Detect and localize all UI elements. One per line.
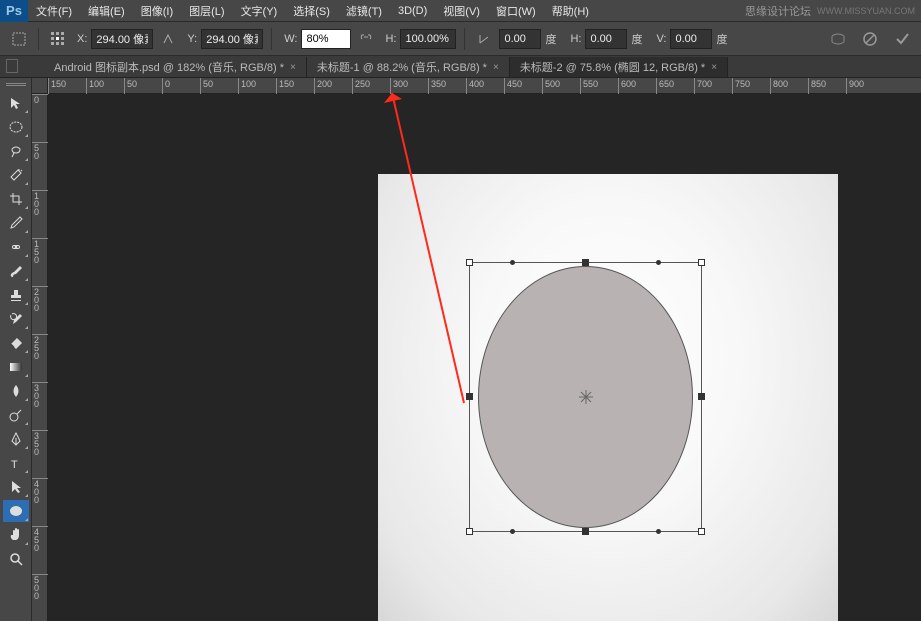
- canvas-viewport: 1501005005010015020025030035040045050055…: [32, 78, 921, 621]
- rotation-input[interactable]: [499, 29, 541, 49]
- menu-layer[interactable]: 图层(L): [181, 0, 232, 22]
- vskew-label: V:: [656, 33, 666, 45]
- menu-filter[interactable]: 滤镜(T): [338, 0, 390, 22]
- move-tool[interactable]: [3, 92, 29, 114]
- ruler-horizontal[interactable]: 1501005005010015020025030035040045050055…: [48, 78, 921, 94]
- svg-text:T: T: [11, 459, 18, 470]
- w-input[interactable]: [301, 29, 351, 49]
- x-label: X:: [77, 33, 87, 45]
- handle-mid-left[interactable]: [466, 393, 473, 400]
- ruler-vertical[interactable]: 05 01 0 01 5 02 0 02 5 03 0 03 5 04 0 04…: [32, 94, 48, 621]
- path-anchor[interactable]: [656, 260, 661, 265]
- menu-image[interactable]: 图像(I): [133, 0, 181, 22]
- vskew-input[interactable]: [670, 29, 712, 49]
- document-tab[interactable]: 未标题-1 @ 88.2% (音乐, RGB/8) * ×: [307, 57, 510, 77]
- gradient-tool[interactable]: [3, 356, 29, 378]
- menu-file[interactable]: 文件(F): [28, 0, 80, 22]
- x-input[interactable]: [91, 29, 153, 49]
- warp-icon[interactable]: [827, 28, 849, 50]
- watermark-text: 思缘设计论坛: [745, 3, 811, 19]
- menu-3d[interactable]: 3D(D): [390, 0, 435, 22]
- handle-top-right[interactable]: [698, 259, 705, 266]
- document-tab[interactable]: 未标题-2 @ 75.8% (椭圆 12, RGB/8) * ×: [510, 57, 728, 77]
- zoom-tool[interactable]: [3, 548, 29, 570]
- menu-view[interactable]: 视图(V): [435, 0, 488, 22]
- path-select-tool[interactable]: [3, 476, 29, 498]
- pen-tool[interactable]: [3, 428, 29, 450]
- hskew-input[interactable]: [585, 29, 627, 49]
- history-brush-tool[interactable]: [3, 308, 29, 330]
- eyedropper-tool[interactable]: [3, 212, 29, 234]
- workspace: T 15010050050100150200250300350400450500…: [0, 78, 921, 621]
- angle-icon: [473, 28, 495, 50]
- rotation-unit: 度: [545, 31, 556, 47]
- close-icon[interactable]: ×: [711, 62, 717, 73]
- handle-top-left[interactable]: [466, 259, 473, 266]
- h-input[interactable]: [400, 29, 456, 49]
- handle-bottom-right[interactable]: [698, 528, 705, 535]
- path-anchor[interactable]: [510, 529, 515, 534]
- menu-type[interactable]: 文字(Y): [233, 0, 286, 22]
- transform-bounding-box[interactable]: [469, 262, 702, 532]
- heal-tool[interactable]: [3, 236, 29, 258]
- document-tab[interactable]: Android 图标副本.psd @ 182% (音乐, RGB/8) * ×: [44, 57, 307, 77]
- link-icon[interactable]: [355, 28, 377, 50]
- path-anchor[interactable]: [656, 529, 661, 534]
- shape-tool[interactable]: [3, 500, 29, 522]
- menu-help[interactable]: 帮助(H): [544, 0, 597, 22]
- close-icon[interactable]: ×: [290, 62, 296, 73]
- vskew-unit: 度: [716, 31, 727, 47]
- options-bar: X: Y: W: H: 度 H: 度 V: 度: [0, 22, 921, 56]
- w-label: W:: [284, 33, 297, 45]
- close-icon[interactable]: ×: [493, 62, 499, 73]
- ruler-origin[interactable]: [32, 78, 48, 94]
- tab-handle[interactable]: [3, 80, 29, 90]
- tab-label: 未标题-1 @ 88.2% (音乐, RGB/8) *: [317, 59, 487, 75]
- transform-icon[interactable]: [8, 28, 30, 50]
- commit-icon[interactable]: [891, 28, 913, 50]
- menu-window[interactable]: 窗口(W): [488, 0, 544, 22]
- tab-label: 未标题-2 @ 75.8% (椭圆 12, RGB/8) *: [520, 59, 705, 75]
- y-label: Y:: [187, 33, 197, 45]
- type-tool[interactable]: T: [3, 452, 29, 474]
- y-input[interactable]: [201, 29, 263, 49]
- reference-point-icon[interactable]: [47, 28, 69, 50]
- handle-bottom-left[interactable]: [466, 528, 473, 535]
- watermark: 思缘设计论坛 WWW.MISSYUAN.COM: [745, 3, 921, 19]
- center-mark-icon: [579, 390, 593, 404]
- handle-mid-right[interactable]: [698, 393, 705, 400]
- menu-edit[interactable]: 编辑(E): [80, 0, 133, 22]
- cancel-icon[interactable]: [859, 28, 881, 50]
- brush-tool[interactable]: [3, 260, 29, 282]
- eraser-tool[interactable]: [3, 332, 29, 354]
- menu-select[interactable]: 选择(S): [285, 0, 338, 22]
- canvas-area[interactable]: [48, 94, 921, 621]
- wand-tool[interactable]: [3, 164, 29, 186]
- document-tab-bar: Android 图标副本.psd @ 182% (音乐, RGB/8) * × …: [0, 56, 921, 78]
- hskew-unit: 度: [631, 31, 642, 47]
- hskew-label: H:: [570, 33, 581, 45]
- ps-logo: Ps: [0, 0, 28, 22]
- marquee-tool[interactable]: [3, 116, 29, 138]
- tool-palette: T: [0, 78, 32, 621]
- relative-icon[interactable]: [157, 28, 179, 50]
- menu-bar: Ps 文件(F) 编辑(E) 图像(I) 图层(L) 文字(Y) 选择(S) 滤…: [0, 0, 921, 22]
- hand-tool[interactable]: [3, 524, 29, 546]
- h-label: H:: [385, 33, 396, 45]
- handle-bottom-mid[interactable]: [582, 528, 589, 535]
- watermark-url: WWW.MISSYUAN.COM: [817, 6, 915, 16]
- path-anchor[interactable]: [510, 260, 515, 265]
- blur-tool[interactable]: [3, 380, 29, 402]
- lasso-tool[interactable]: [3, 140, 29, 162]
- handle-top-mid[interactable]: [582, 259, 589, 266]
- expand-dock-icon[interactable]: [6, 59, 18, 73]
- tab-label: Android 图标副本.psd @ 182% (音乐, RGB/8) *: [54, 59, 284, 75]
- stamp-tool[interactable]: [3, 284, 29, 306]
- dodge-tool[interactable]: [3, 404, 29, 426]
- crop-tool[interactable]: [3, 188, 29, 210]
